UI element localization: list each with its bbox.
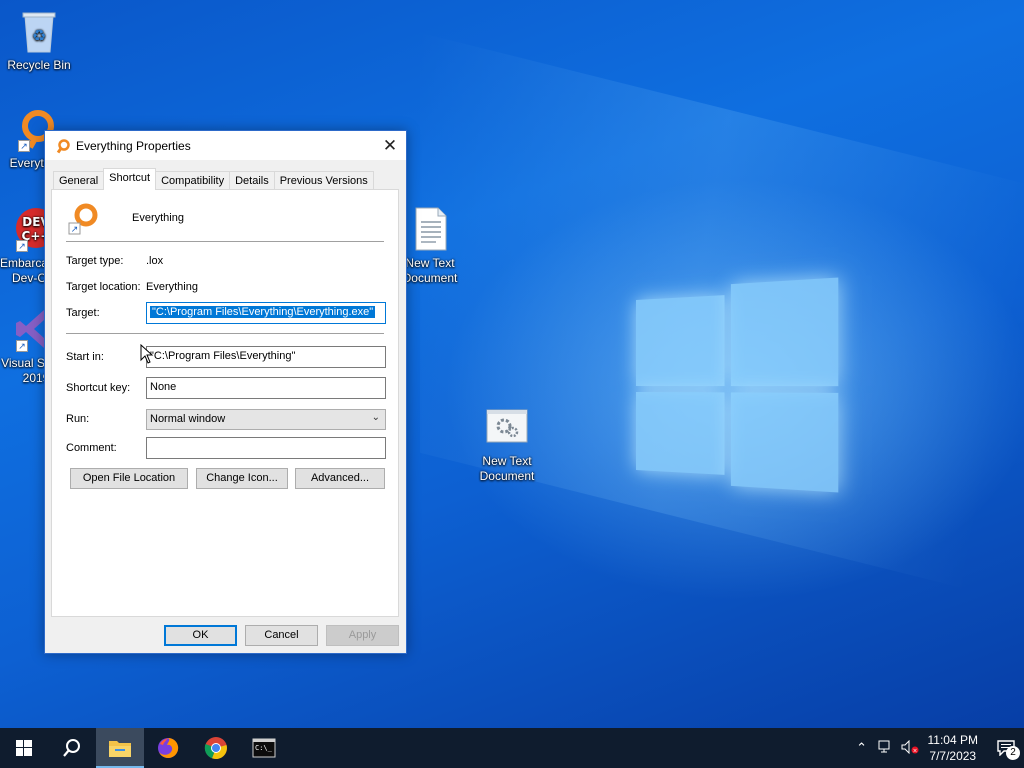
run-select[interactable]: Normal window ⌄	[146, 409, 386, 430]
desktop-icon-label: Recycle Bin	[7, 58, 71, 72]
desktop-icon-new-text-document-2[interactable]: New Text Document	[469, 404, 545, 484]
volume-muted-icon[interactable]: ×	[898, 739, 922, 757]
text-document-icon	[408, 206, 452, 252]
change-icon-button[interactable]: Change Icon...	[196, 468, 288, 489]
target-label: Target:	[66, 307, 100, 319]
target-location-label: Target location:	[66, 281, 141, 293]
network-icon[interactable]	[874, 740, 898, 757]
run-select-value: Normal window	[150, 413, 226, 425]
notification-center-button[interactable]: 2	[988, 728, 1024, 768]
advanced-button[interactable]: Advanced...	[295, 468, 385, 489]
system-tray: ⌃ × 11:04 PM 7/7/2023 2	[850, 728, 1024, 768]
divider	[66, 241, 384, 242]
start-icon	[16, 740, 32, 756]
search-button[interactable]	[48, 728, 96, 768]
start-in-label: Start in:	[66, 351, 104, 363]
tab-details[interactable]: Details	[229, 171, 275, 190]
svg-text:×: ×	[912, 747, 917, 754]
chevron-down-icon: ⌄	[371, 412, 380, 423]
tab-general[interactable]: General	[53, 171, 105, 190]
target-type-label: Target type:	[66, 255, 124, 267]
divider	[66, 333, 384, 334]
apply-button[interactable]: Apply	[326, 625, 399, 646]
clock[interactable]: 11:04 PM 7/7/2023	[922, 732, 988, 764]
shortcut-key-label: Shortcut key:	[66, 382, 131, 394]
clock-time: 11:04 PM	[927, 733, 978, 747]
mouse-cursor-icon	[140, 343, 154, 367]
search-icon	[63, 739, 80, 757]
svg-text:C:\_: C:\_	[255, 744, 273, 752]
shortcut-name: Everything	[132, 212, 184, 224]
chrome-button[interactable]	[192, 728, 240, 768]
tab-shortcut[interactable]: Shortcut	[103, 168, 157, 190]
properties-dialog: Everything Properties ✕ General Shortcut…	[44, 130, 407, 654]
chevron-up-icon[interactable]: ⌃	[850, 740, 874, 756]
firefox-button[interactable]	[144, 728, 192, 768]
taskbar: C:\_ ⌃ × 11:04 PM 7/7/2023 2	[0, 728, 1024, 768]
svg-text:♻: ♻	[32, 26, 46, 45]
target-field[interactable]: "C:\Program Files\Everything\Everything.…	[146, 302, 386, 324]
cancel-button[interactable]: Cancel	[245, 625, 318, 646]
windows-logo	[636, 277, 839, 493]
chrome-icon	[204, 737, 227, 760]
file-explorer-button[interactable]	[96, 728, 144, 768]
open-file-location-button[interactable]: Open File Location	[70, 468, 188, 489]
desktop-icon-label: New Text Document	[479, 454, 535, 483]
target-location-value: Everything	[146, 281, 198, 293]
dialog-title: Everything Properties	[76, 138, 191, 153]
everything-app-icon: ↗	[66, 202, 100, 236]
close-icon: ✕	[382, 135, 398, 155]
shortcut-tab-panel: ↗ Everything Target type: .lox Target lo…	[51, 189, 399, 617]
tab-previous-versions[interactable]: Previous Versions	[273, 171, 374, 190]
clock-date: 7/7/2023	[929, 749, 977, 763]
tab-strip: General Shortcut Compatibility Details P…	[53, 168, 374, 190]
svg-text:↗: ↗	[71, 225, 79, 235]
file-explorer-icon	[109, 741, 131, 757]
close-button[interactable]: ✕	[374, 131, 406, 160]
run-label: Run:	[66, 413, 90, 425]
ok-button[interactable]: OK	[164, 625, 237, 646]
target-value: "C:\Program Files\Everything\Everything.…	[150, 306, 376, 318]
notification-badge: 2	[1006, 746, 1020, 760]
dialog-titlebar[interactable]: Everything Properties ✕	[45, 131, 406, 160]
shortcut-key-field[interactable]: None	[146, 377, 386, 399]
terminal-button[interactable]: C:\_	[240, 728, 288, 768]
config-file-icon	[485, 404, 529, 450]
start-button[interactable]	[0, 728, 48, 768]
desktop-icon-recycle-bin[interactable]: ♻ Recycle Bin	[1, 8, 77, 73]
tab-compatibility[interactable]: Compatibility	[155, 171, 231, 190]
everything-app-icon	[55, 138, 71, 154]
comment-field[interactable]	[146, 437, 386, 459]
recycle-bin-icon: ♻	[17, 8, 61, 54]
shortcut-arrow-icon: ↗	[16, 240, 28, 252]
target-type-value: .lox	[146, 255, 164, 267]
start-in-field[interactable]: "C:\Program Files\Everything"	[146, 346, 386, 368]
shortcut-arrow-icon: ↗	[18, 140, 30, 152]
shortcut-arrow-icon: ↗	[16, 340, 28, 352]
firefox-icon	[158, 737, 179, 758]
terminal-icon: C:\_	[252, 738, 276, 758]
comment-label: Comment:	[66, 442, 117, 454]
